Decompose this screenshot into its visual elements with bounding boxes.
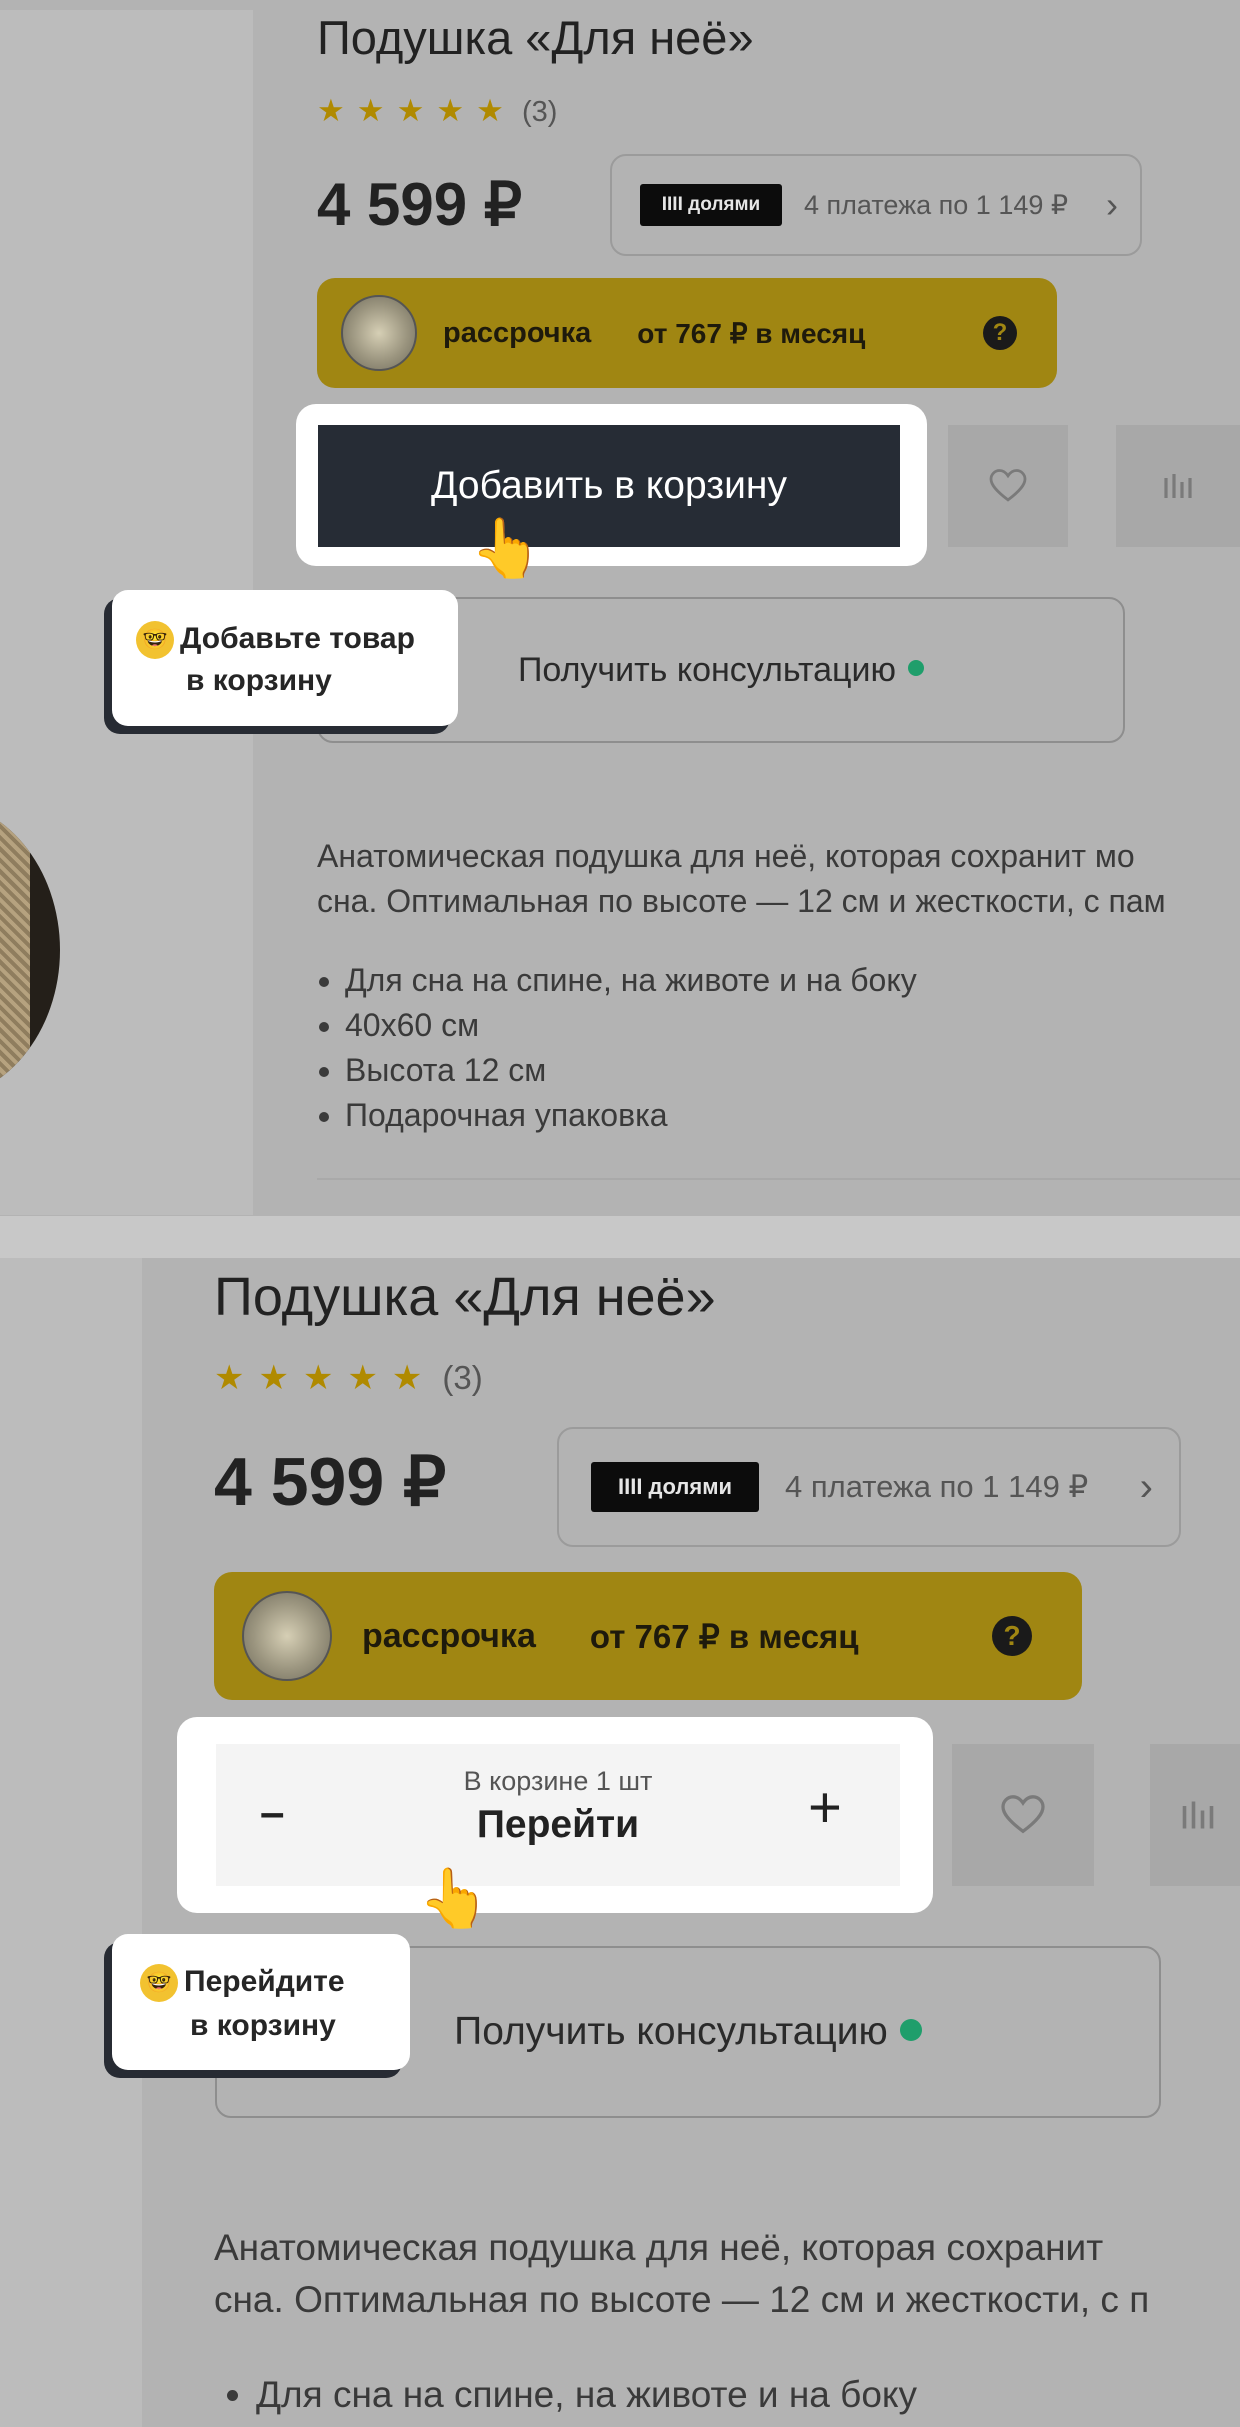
feature-item: Высота 12 см [345, 1048, 917, 1093]
heart-icon [989, 469, 1027, 502]
hint-line2: в корзину [190, 2009, 336, 2042]
step-add-to-cart-panel: Подушка «Для неё» ★★★★★ (3) 4 599 ₽ IIII … [0, 0, 1240, 1216]
dolyami-widget[interactable]: IIII долями 4 платежа по 1 149 ₽ › [557, 1427, 1181, 1547]
pointing-hand-icon: 👆 [418, 1866, 491, 1931]
nerd-face-icon: 🤓 [140, 1964, 178, 2003]
description-line: сна. Оптимальная по высоте — 12 см и жес… [214, 2279, 1150, 2320]
rating-stars[interactable]: ★★★★★ (3) [214, 1358, 483, 1398]
product-price: 4 599 ₽ [317, 171, 522, 238]
heart-icon [1001, 1795, 1045, 1834]
hint-line2: в корзину [186, 664, 332, 697]
chevron-right-icon: › [1139, 1464, 1153, 1509]
in-cart-count: В корзине 1 шт [463, 1766, 653, 1796]
compare-icon [1164, 474, 1192, 498]
dolyami-logo: IIII долями [591, 1462, 759, 1512]
installment-monthly: от 767 ₽ в месяц [637, 317, 866, 349]
nerd-face-icon: 🤓 [136, 621, 174, 660]
consultation-label: Получить консультацию [517, 650, 897, 689]
compare-button[interactable] [1116, 425, 1240, 547]
product-title: Подушка «Для неё» [214, 1267, 716, 1327]
stars-icon: ★★★★★ [317, 93, 516, 128]
rating-count: (3) [442, 1359, 483, 1396]
cart-stepper[interactable]: – В корзине 1 шт Перейти + [216, 1744, 900, 1886]
chevron-right-icon: › [1106, 184, 1118, 225]
feature-item: Подарочная упаковка [345, 1093, 917, 1138]
favorite-button[interactable] [952, 1744, 1094, 1886]
dolyami-widget[interactable]: IIII долями 4 платежа по 1 149 ₽ › [610, 154, 1142, 256]
hint-add-to-cart: 🤓 Добавьте товар в корзину [112, 590, 458, 726]
installment-banner[interactable]: рассрочка от 767 ₽ в месяц ? [317, 278, 1057, 388]
divider-line [317, 1178, 1240, 1180]
stars-icon: ★★★★★ [214, 1359, 437, 1397]
feature-item: 40x60 см [345, 1003, 917, 1048]
feature-item: Для сна на спине, на животе и на боку [256, 2370, 917, 2420]
feature-item: Для сна на спине, на животе и на боку [345, 958, 917, 1003]
feature-list: Для сна на спине, на животе и на боку [256, 2370, 917, 2420]
rating-count: (3) [521, 96, 558, 128]
decrease-button[interactable]: – [260, 1788, 284, 1838]
product-price: 4 599 ₽ [214, 1444, 447, 1520]
help-icon[interactable]: ? [983, 316, 1017, 350]
consultation-label: Получить консультацию [454, 2010, 888, 2053]
hint-line1: Добавьте товар [180, 622, 415, 655]
installment-monthly: от 767 ₽ в месяц [589, 1617, 859, 1655]
help-icon[interactable]: ? [992, 1616, 1032, 1656]
add-to-cart-button[interactable]: Добавить в корзину [318, 425, 900, 547]
product-image-gallery [0, 1258, 142, 2427]
rating-stars[interactable]: ★★★★★ (3) [317, 93, 557, 129]
step-go-to-cart-panel: Подушка «Для неё» ★★★★★ (3) 4 599 ₽ IIII … [0, 1258, 1240, 2427]
bank-emblem-icon [242, 1591, 332, 1681]
hint-go-to-cart: 🤓 Перейдите в корзину [112, 1934, 410, 2070]
product-image[interactable] [0, 800, 60, 1100]
feature-list: Для сна на спине, на животе и на боку 40… [345, 958, 917, 1138]
panel-divider [0, 1216, 1240, 1258]
description-line: Анатомическая подушка для неё, которая с… [214, 2227, 1104, 2268]
dolyami-logo: IIII долями [640, 184, 782, 226]
dolyami-text: 4 платежа по 1 149 ₽ [785, 1469, 1089, 1504]
compare-icon [1182, 1801, 1214, 1829]
description-line: сна. Оптимальная по высоте — 12 см и жес… [317, 883, 1166, 919]
hint-line1: Перейдите [184, 1965, 345, 1998]
installment-banner[interactable]: рассрочка от 767 ₽ в месяц ? [214, 1572, 1082, 1700]
bank-emblem-icon [341, 295, 417, 371]
product-description: Анатомическая подушка для неё, которая с… [317, 834, 1166, 924]
product-title: Подушка «Для неё» [317, 11, 754, 64]
increase-button[interactable]: + [808, 1774, 842, 1841]
product-description: Анатомическая подушка для неё, которая с… [214, 2222, 1149, 2326]
description-line: Анатомическая подушка для неё, которая с… [317, 838, 1135, 874]
installment-name: рассрочка [362, 1616, 536, 1655]
go-to-cart-label: Перейти [476, 1803, 640, 1846]
favorite-button[interactable] [948, 425, 1068, 547]
pointing-hand-icon: 👆 [470, 516, 543, 581]
online-status-dot [899, 2019, 922, 2041]
compare-button[interactable] [1150, 1744, 1240, 1886]
online-status-dot [908, 660, 925, 676]
dolyami-text: 4 платежа по 1 149 ₽ [804, 189, 1069, 220]
go-to-cart-button[interactable]: В корзине 1 шт Перейти [396, 1766, 720, 1847]
installment-name: рассрочка [443, 316, 592, 349]
